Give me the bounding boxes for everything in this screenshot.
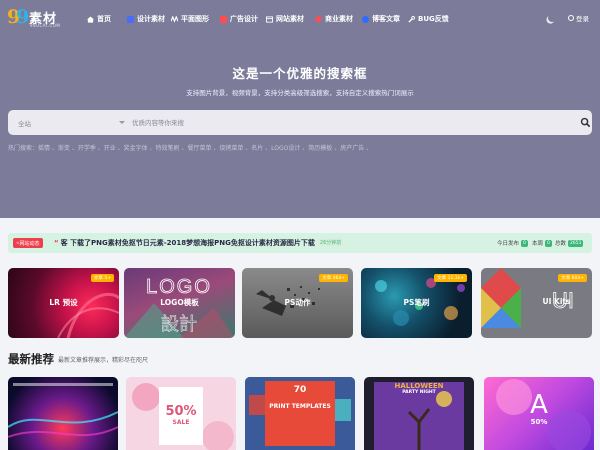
- category-badge: 文章 604+: [558, 274, 587, 282]
- category-card-ps-brush[interactable]: 文章 11.3k+ PS笔刷: [361, 268, 472, 338]
- stat-total-label: 总数: [555, 241, 567, 247]
- category-card-logo[interactable]: LOGO 設計 LOGO模板: [124, 268, 235, 338]
- category-card-lr[interactable]: 文章 5+ LR 预设: [8, 268, 119, 338]
- post-card[interactable]: 50% SALE: [126, 377, 236, 450]
- activity-tag: ◃ 网站动态: [13, 238, 43, 248]
- search-box: 全站: [8, 110, 592, 135]
- nav-label: BUG反馈: [418, 15, 449, 23]
- post-card[interactable]: A 50%: [484, 377, 594, 450]
- nav-item-business[interactable]: 商业素材: [315, 12, 353, 26]
- post-card-line2: PARTY NIGHT: [402, 390, 436, 395]
- speaker-icon: ◃: [16, 240, 19, 246]
- category-label: UI Kits: [542, 297, 571, 306]
- hero-subtitle: 支持图片背景，视频背景，支持分类高级筛选搜索，支持自定义搜索热门词展示: [186, 89, 414, 97]
- wrench-icon: [408, 15, 415, 23]
- post-card-line1: 50%: [165, 404, 197, 419]
- stat-today: 今日发布 0: [497, 239, 528, 247]
- quote-icon: “: [54, 239, 59, 247]
- search-icon[interactable]: [580, 117, 591, 128]
- activity-time: 26分钟前: [317, 238, 344, 247]
- nav-item-web[interactable]: 网站素材: [266, 12, 304, 26]
- web-icon: [266, 15, 273, 23]
- post-card[interactable]: HALLOWEEN PARTY NIGHT: [364, 377, 474, 450]
- post-card[interactable]: 70 PRINT TEMPLATES: [245, 377, 355, 450]
- search-scope-select[interactable]: 全站: [18, 118, 31, 128]
- category-badge: 文章 464+: [319, 274, 348, 282]
- design-icon: [127, 15, 134, 23]
- post-card-line1: A: [530, 390, 548, 420]
- stat-week-label: 本周: [532, 241, 544, 247]
- top-navbar: 9 9 素材 9SUCAI.COM 首页 设计素材 平面图形 广告设计 网站素材…: [0, 0, 600, 36]
- activity-text: 客 下载了PNG素材免抠节日元素-2018梦想海报PNG免抠设计素材资源图片下载: [60, 239, 315, 247]
- nav-item-bug[interactable]: BUG反馈: [408, 12, 449, 26]
- nav-label: 商业素材: [325, 15, 353, 23]
- chevron-down-icon[interactable]: [119, 121, 125, 124]
- category-label: LR 预设: [49, 298, 78, 307]
- login-label: 登录: [576, 15, 589, 23]
- category-card-ps-action[interactable]: 文章 464+ PS动作: [242, 268, 353, 338]
- ad-icon: [220, 15, 227, 23]
- login-button[interactable]: 登录: [568, 12, 589, 24]
- nav-label: 首页: [97, 15, 111, 23]
- svg-text:LOGO: LOGO: [146, 276, 212, 298]
- post-card-line2: SALE: [172, 419, 190, 426]
- category-label: PS动作: [284, 298, 311, 307]
- nav-item-ad[interactable]: 广告设计: [220, 12, 258, 26]
- nav-item-design[interactable]: 设计素材: [127, 12, 165, 26]
- moon-icon[interactable]: [547, 13, 557, 23]
- post-thumbnail-art: [8, 383, 118, 438]
- nav-label: 博客文章: [372, 15, 400, 23]
- post-card[interactable]: [8, 377, 118, 450]
- nav-label: 网站素材: [276, 15, 304, 23]
- stat-today-label: 今日发布: [497, 241, 520, 247]
- user-icon: [568, 15, 574, 21]
- nav-item-graphic[interactable]: 平面图形: [171, 12, 209, 26]
- site-activity-bar: ◃ 网站动态 “客 下载了PNG素材免抠节日元素-2018梦想海报PNG免抠设计…: [8, 233, 592, 253]
- section-title: 最新推荐: [8, 352, 54, 366]
- post-card-line1: 70: [293, 385, 307, 395]
- category-badge: 文章 5+: [90, 274, 114, 282]
- logo-subtext: 9SUCAI.COM: [30, 23, 61, 28]
- nav-item-blog[interactable]: 博客文章: [362, 12, 400, 26]
- svg-text:設計: 設計: [161, 314, 197, 335]
- hero-banner: 9 9 素材 9SUCAI.COM 首页 设计素材 平面图形 广告设计 网站素材…: [0, 0, 600, 218]
- stat-total: 总数 2651: [555, 239, 584, 247]
- post-card-line2: PRINT TEMPLATES: [269, 403, 331, 410]
- site-logo[interactable]: 9 9 素材 9SUCAI.COM: [7, 6, 61, 30]
- nav-label: 广告设计: [230, 15, 258, 23]
- stat-today-value: 0: [521, 239, 528, 247]
- logo-mark-2: 9: [16, 6, 30, 28]
- category-badge: 文章 11.3k+: [434, 274, 467, 282]
- shield-icon: [315, 15, 322, 23]
- stat-total-value: 2651: [568, 239, 584, 247]
- search-input[interactable]: [132, 115, 552, 130]
- stat-week: 本周 0: [532, 239, 552, 247]
- category-label: LOGO模板: [160, 298, 199, 307]
- activity-message[interactable]: “客 下载了PNG素材免抠节日元素-2018梦想海报PNG免抠设计素材资源图片下…: [54, 238, 344, 248]
- home-icon: [87, 15, 94, 23]
- category-card-ui-kits[interactable]: UI 文章 604+ UI Kits: [481, 268, 592, 338]
- blog-icon: [362, 15, 369, 23]
- stat-week-value: 0: [545, 239, 552, 247]
- hot-search-terms[interactable]: 热门搜索：摇情 、渐变 、开学季 、开业 、奖金字体 、特效笔刷 、餐厅菜单 、…: [8, 143, 372, 152]
- category-label: PS笔刷: [403, 298, 430, 307]
- graphic-icon: [171, 15, 178, 23]
- nav-item-home[interactable]: 首页: [87, 12, 111, 26]
- nav-label: 平面图形: [181, 15, 209, 23]
- post-card-line2: 50%: [530, 418, 548, 426]
- activity-tag-label: 网站动态: [19, 240, 40, 247]
- section-subtitle: 最新文章推荐展示，精彩尽在咫尺: [58, 357, 149, 364]
- hero-title: 这是一个优雅的搜索框: [232, 66, 368, 81]
- post-card-line1: HALLOWEEN: [394, 382, 444, 390]
- nav-label: 设计素材: [137, 15, 165, 23]
